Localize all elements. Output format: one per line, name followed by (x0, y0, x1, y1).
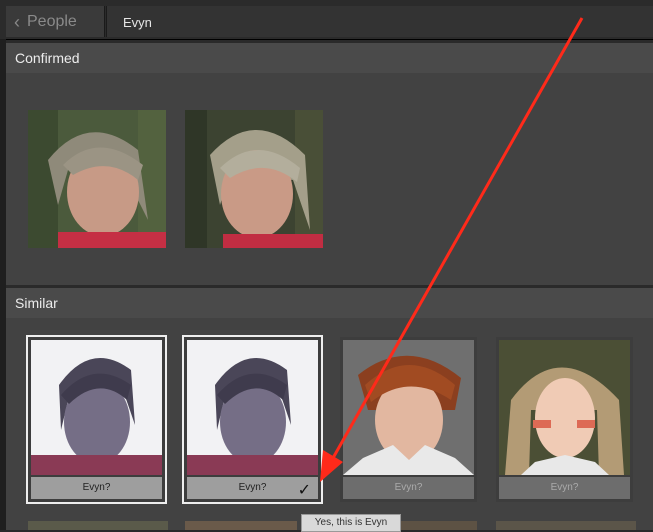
tooltip: Yes, this is Evyn (301, 514, 401, 532)
annotation-arrow (320, 17, 584, 482)
